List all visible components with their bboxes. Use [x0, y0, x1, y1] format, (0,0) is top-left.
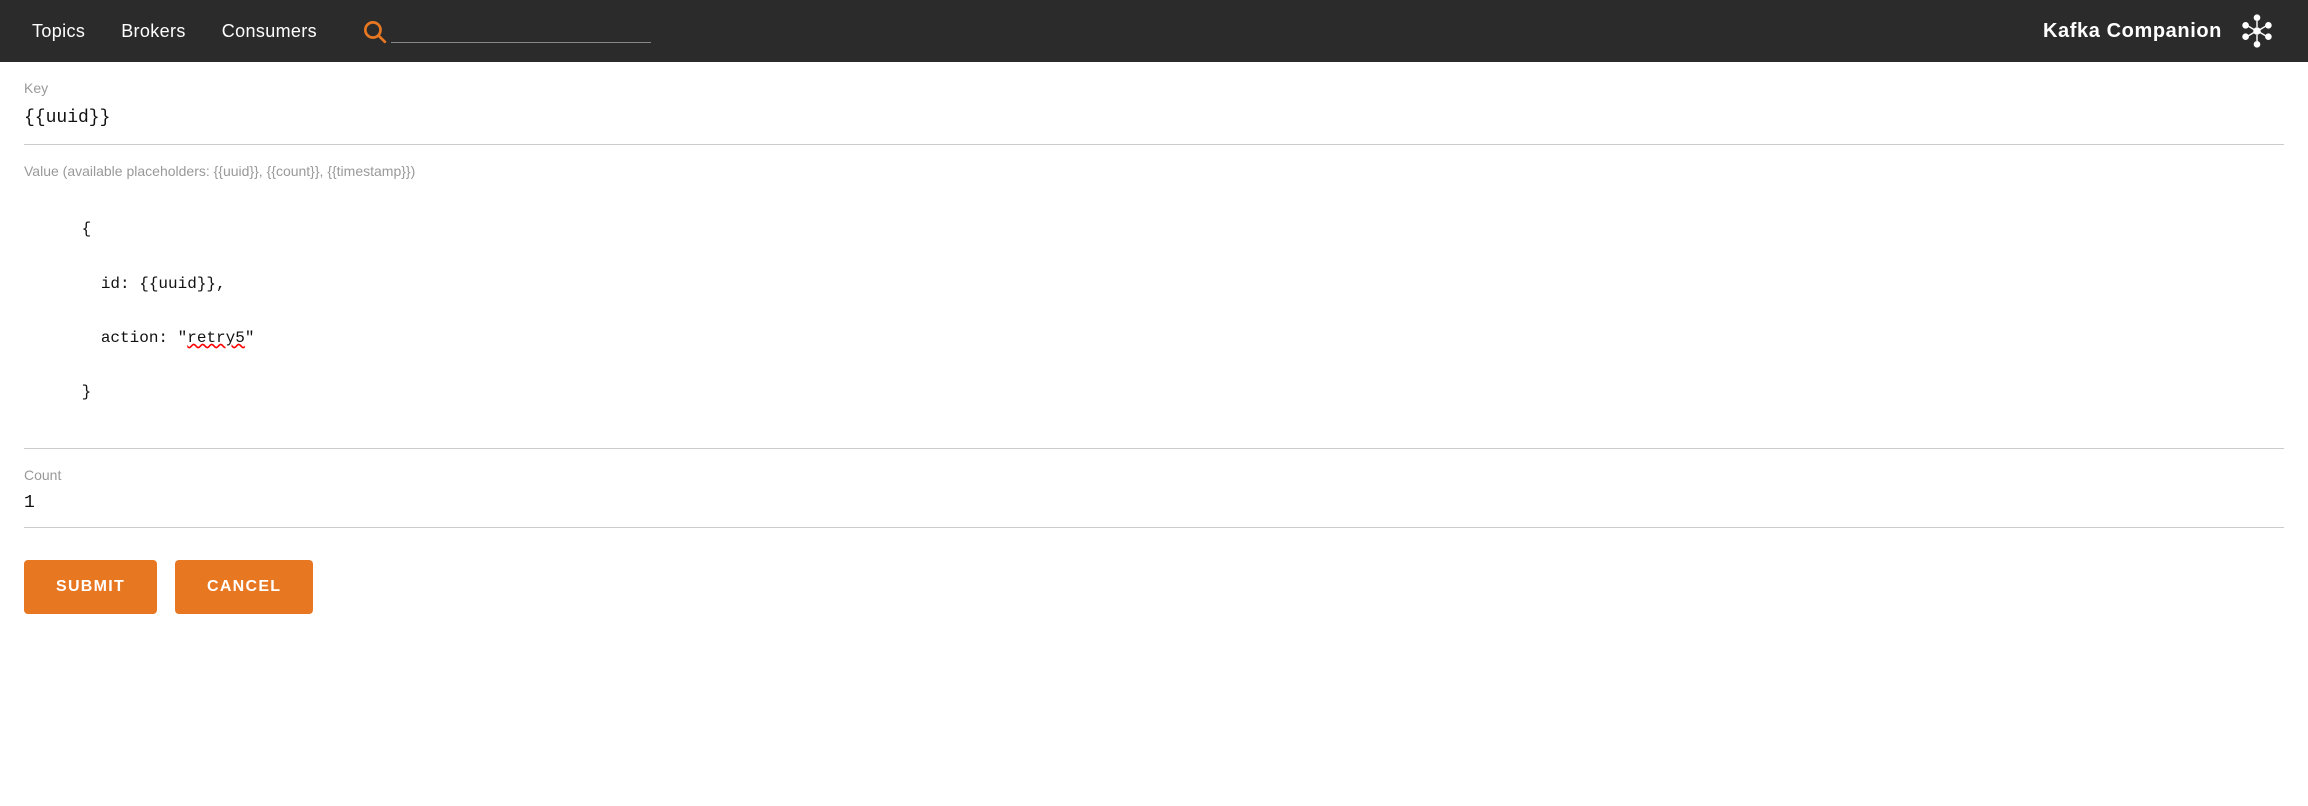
value-label: Value (available placeholders: {{uuid}},…: [24, 163, 2284, 179]
search-icon[interactable]: [361, 18, 387, 44]
value-line1: {: [82, 220, 92, 238]
nav-consumers[interactable]: Consumers: [222, 21, 353, 42]
value-line3-prefix: action: "retry5": [82, 329, 255, 347]
brand-name: Kafka Companion: [2043, 20, 2222, 43]
count-value: 1: [24, 493, 2284, 513]
brand: Kafka Companion: [2043, 12, 2276, 50]
value-line2: id: {{uuid}},: [82, 275, 226, 293]
nav-brokers[interactable]: Brokers: [121, 21, 222, 42]
nav: Topics Brokers Consumers: [32, 21, 353, 42]
kafka-icon: [2238, 12, 2276, 50]
button-row: SUBMIT CANCEL: [24, 528, 2284, 634]
value-retry-word: retry5: [187, 329, 245, 347]
count-label: Count: [24, 467, 2284, 483]
key-section: Key {{uuid}}: [24, 62, 2284, 145]
header: Topics Brokers Consumers Kafka Companion: [0, 0, 2308, 62]
cancel-button[interactable]: CANCEL: [175, 560, 313, 614]
key-label: Key: [24, 80, 2284, 96]
search-area: [361, 18, 651, 44]
nav-topics[interactable]: Topics: [32, 21, 121, 42]
count-section: Count 1: [24, 449, 2284, 528]
value-section: Value (available placeholders: {{uuid}},…: [24, 145, 2284, 449]
submit-button[interactable]: SUBMIT: [24, 560, 157, 614]
key-value: {{uuid}}: [24, 106, 2284, 130]
main-content: Key {{uuid}} Value (available placeholde…: [0, 62, 2308, 634]
value-line4: }: [82, 383, 92, 401]
search-input[interactable]: [391, 20, 651, 43]
value-content: { id: {{uuid}}, action: "retry5" }: [24, 189, 2284, 434]
